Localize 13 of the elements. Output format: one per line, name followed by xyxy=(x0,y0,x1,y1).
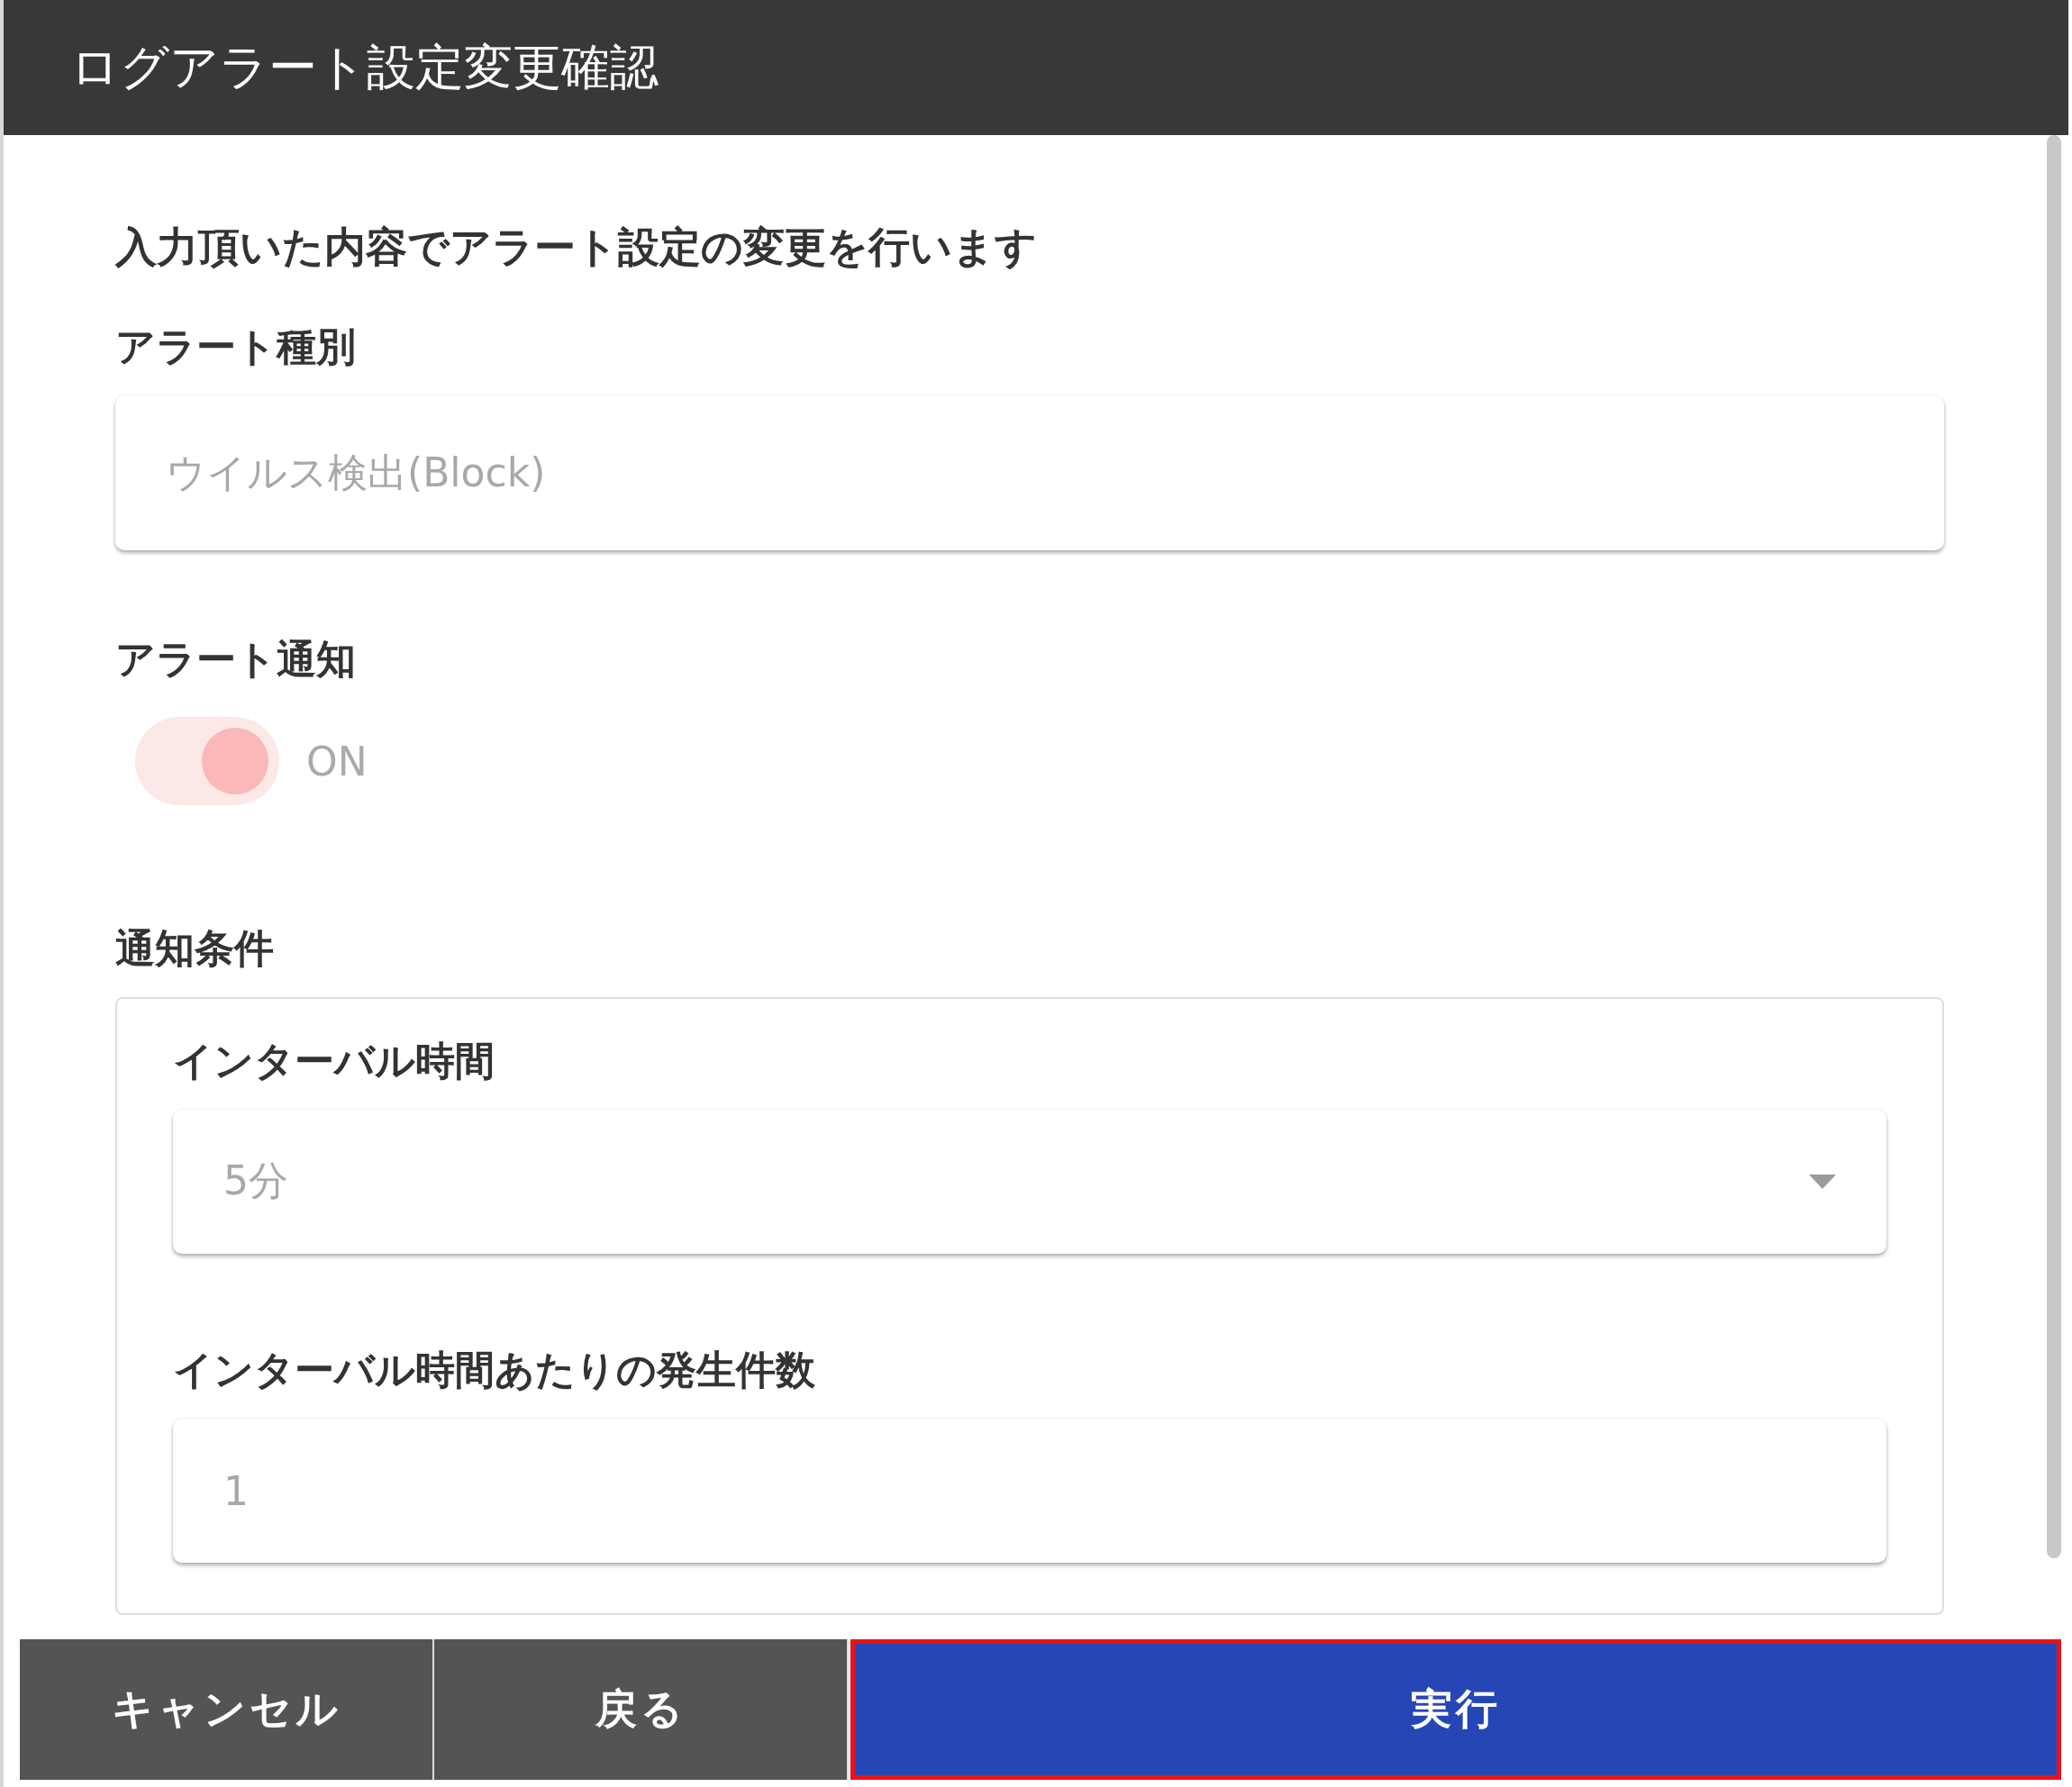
field-label: インターバル時間 xyxy=(173,1037,495,1085)
field-label: アラート通知 xyxy=(115,635,357,684)
section-label: 通知条件 xyxy=(115,924,275,973)
window-title: ログアラート設定変更確認 xyxy=(70,37,659,97)
caret-icon xyxy=(1809,1174,1836,1189)
scrollbar[interactable] xyxy=(2047,135,2061,1558)
message-text: 入力頂いた内容でアラート設定の変更を行います xyxy=(115,222,1038,273)
field-label: インターバル時間あたりの発生件数 xyxy=(173,1346,816,1395)
execute-button[interactable]: 実行 xyxy=(850,1639,2061,1780)
action-button[interactable]: キャンセル xyxy=(20,1639,434,1780)
toggle-label: ON xyxy=(306,738,368,785)
action-button[interactable]: 戻る xyxy=(434,1639,849,1780)
field-label: アラート種別 xyxy=(115,322,357,371)
